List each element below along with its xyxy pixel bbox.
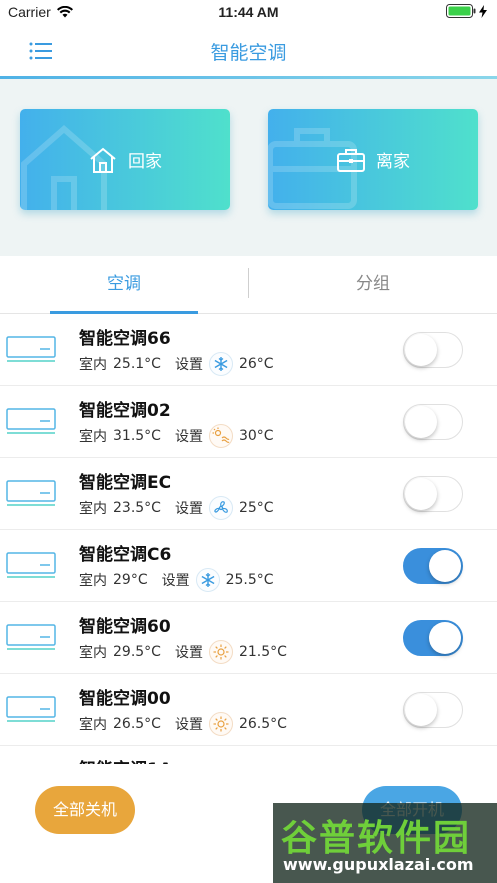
- device-row[interactable]: 智能空调02 室内 31.5°C 设置 30°C: [0, 386, 497, 458]
- device-list: 智能空调66 室内 25.1°C 设置 26°C 智能空调02 室内 31.5°C 设置 30°C…: [0, 314, 497, 764]
- fan-icon: [208, 496, 233, 520]
- device-name: 智能空调02: [79, 401, 171, 421]
- set-temp: 25.5°C: [225, 572, 274, 588]
- indoor-temp: 25.1°C: [113, 356, 161, 372]
- home-mode-label: 回家: [128, 152, 162, 172]
- device-info: 室内 23.5°C 设置 25°C: [79, 496, 288, 520]
- tab-bar: 空调 分组: [0, 256, 497, 314]
- clock: 11:44 AM: [218, 4, 279, 20]
- device-info: 室内 29°C 设置 25.5°C: [79, 568, 288, 592]
- power-toggle[interactable]: [403, 620, 463, 656]
- setting-label: 设置: [161, 573, 190, 589]
- power-toggle[interactable]: [403, 548, 463, 584]
- device-info: 室内 26.5°C 设置 26.5°C: [79, 712, 301, 736]
- setting-label: 设置: [174, 501, 203, 517]
- device-name: 智能空调60: [79, 617, 171, 637]
- indoor-label: 室内: [79, 645, 107, 661]
- device-row[interactable]: 智能空调60 室内 29.5°C 设置 21.5°C: [0, 602, 497, 674]
- device-row[interactable]: 智能空调66 室内 25.1°C 设置 26°C: [0, 314, 497, 386]
- device-row[interactable]: 智能空调C6 室内 29°C 设置 25.5°C: [0, 530, 497, 602]
- charging-bolt-icon: [479, 4, 487, 18]
- indoor-temp: 29°C: [113, 572, 148, 588]
- power-toggle[interactable]: [403, 404, 463, 440]
- briefcase-icon: [337, 148, 365, 172]
- snowflake-icon: [208, 352, 233, 376]
- set-temp: 21.5°C: [238, 644, 287, 660]
- air-conditioner-icon: [6, 552, 56, 585]
- device-name: 智能空调EC: [79, 473, 172, 493]
- setting-label: 设置: [174, 429, 203, 445]
- battery-icon: [446, 4, 476, 18]
- watermark-title: 谷普软件园: [281, 818, 472, 859]
- indoor-label: 室内: [79, 717, 107, 733]
- set-temp: 30°C: [238, 428, 274, 444]
- device-info: 室内 29.5°C 设置 21.5°C: [79, 640, 301, 664]
- indoor-temp: 31.5°C: [113, 428, 161, 444]
- home-icon: [90, 147, 116, 173]
- scene-section: 回家 离家: [0, 79, 497, 256]
- indoor-label: 室内: [79, 573, 107, 589]
- indoor-label: 室内: [79, 357, 107, 373]
- air-conditioner-icon: [6, 624, 56, 657]
- power-toggle[interactable]: [403, 692, 463, 728]
- air-conditioner-icon: [6, 408, 56, 441]
- set-temp: 25°C: [238, 500, 274, 516]
- snowflake-icon: [195, 568, 220, 592]
- all-off-button[interactable]: 全部关机: [35, 786, 135, 834]
- set-temp: 26.5°C: [238, 716, 287, 732]
- sun-icon: [208, 640, 233, 664]
- page-title: 智能空调: [210, 42, 287, 64]
- nav-bar: 智能空调: [0, 26, 497, 76]
- device-name: 智能空调00: [79, 689, 171, 709]
- device-info: 室内 31.5°C 设置 30°C: [79, 424, 288, 448]
- air-conditioner-icon: [6, 336, 56, 369]
- device-row[interactable]: 智能空调00 室内 26.5°C 设置 26.5°C: [0, 674, 497, 746]
- setting-label: 设置: [174, 645, 203, 661]
- set-temp: 26°C: [238, 356, 274, 372]
- toggle-knob: [405, 478, 437, 510]
- indoor-label: 室内: [79, 429, 107, 445]
- toggle-knob: [405, 694, 437, 726]
- power-toggle[interactable]: [403, 332, 463, 368]
- air-conditioner-icon: [6, 480, 56, 513]
- toggle-knob: [405, 334, 437, 366]
- away-mode-button[interactable]: 离家: [268, 109, 478, 210]
- indoor-temp: 23.5°C: [113, 500, 161, 516]
- indoor-label: 室内: [79, 501, 107, 517]
- setting-label: 设置: [174, 357, 203, 373]
- toggle-knob: [405, 406, 437, 438]
- power-toggle[interactable]: [403, 476, 463, 512]
- device-name: 智能空调C6: [79, 545, 172, 565]
- heat-icon: [208, 424, 233, 448]
- device-info: 室内 25.1°C 设置 26°C: [79, 352, 288, 376]
- indoor-temp: 29.5°C: [113, 644, 161, 660]
- tab-aircon[interactable]: 空调: [0, 256, 248, 314]
- device-row[interactable]: 智能空调EC 室内 23.5°C 设置 25°C: [0, 458, 497, 530]
- watermark-url: www.gupuxlazai.com: [283, 855, 474, 874]
- sun-icon: [208, 712, 233, 736]
- toggle-knob: [429, 550, 461, 582]
- away-mode-label: 离家: [376, 152, 410, 172]
- tab-groups[interactable]: 分组: [249, 256, 497, 314]
- battery-indicator: [446, 4, 487, 18]
- setting-label: 设置: [174, 717, 203, 733]
- air-conditioner-icon: [6, 696, 56, 729]
- toggle-knob: [429, 622, 461, 654]
- indoor-temp: 26.5°C: [113, 716, 161, 732]
- home-mode-button[interactable]: 回家: [20, 109, 230, 210]
- device-name: 智能空调66: [79, 329, 171, 349]
- site-watermark: 谷普软件园 www.gupuxlazai.com: [273, 803, 497, 883]
- status-bar: Carrier 11:44 AM: [0, 0, 497, 26]
